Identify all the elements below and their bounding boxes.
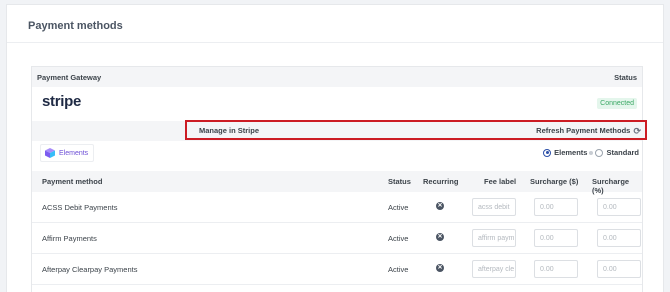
- page-title: Payment methods: [28, 20, 123, 32]
- payment-methods-panel: Payment methods Payment Gateway Status s…: [6, 4, 664, 292]
- col-status: Status: [388, 177, 411, 186]
- recurring-x-icon: ✕: [436, 233, 444, 241]
- status-badge: Connected: [597, 98, 637, 109]
- separator-dot: [589, 150, 594, 155]
- integration-mode-radios: Elements Standard: [543, 148, 639, 157]
- recurring-x-icon: ✕: [436, 264, 444, 272]
- fee-label-input[interactable]: acss debit: [472, 198, 516, 216]
- refresh-payment-methods-button[interactable]: Refresh Payment Methods ⟳: [536, 126, 641, 137]
- col-surcharge-fixed: Surcharge ($): [530, 177, 579, 186]
- payment-gateway-card: Payment Gateway Status stripe Connected …: [31, 66, 647, 292]
- payment-method-name: Affirm Payments: [42, 234, 97, 243]
- panel-header: Payment methods: [7, 5, 663, 43]
- table-row: ACSS Debit Payments Active ✕ acss debit …: [32, 192, 642, 223]
- payment-method-name: Afterpay Clearpay Payments: [42, 265, 138, 274]
- payment-method-name: ACSS Debit Payments: [42, 203, 118, 212]
- status-header-label: Status: [614, 73, 637, 82]
- table-row: Afterpay Clearpay Payments Active ✕ afte…: [32, 254, 642, 285]
- highlight-box: Manage in Stripe Refresh Payment Methods…: [185, 120, 647, 140]
- table-row: Affirm Payments Active ✕ affirm paym 0.0…: [32, 223, 642, 254]
- gateway-row: stripe Connected: [32, 87, 642, 121]
- manage-in-stripe-link[interactable]: Manage in Stripe: [199, 126, 259, 135]
- col-fee-label: Fee label: [484, 177, 517, 186]
- gateway-action-bar: Manage in Stripe Refresh Payment Methods…: [32, 120, 647, 141]
- surcharge-fixed-input[interactable]: 0.00: [534, 260, 578, 278]
- elements-chip: Elements: [40, 144, 95, 162]
- col-payment-method: Payment method: [42, 177, 103, 186]
- standard-radio-label: Standard: [606, 148, 639, 157]
- standard-radio[interactable]: [595, 148, 604, 157]
- surcharge-fixed-input[interactable]: 0.00: [534, 229, 578, 247]
- elements-cube-icon: [45, 148, 55, 158]
- gateway-header-label: Payment Gateway: [37, 73, 102, 82]
- fee-label-input[interactable]: affirm paym: [472, 229, 516, 247]
- recurring-x-icon: ✕: [436, 202, 444, 210]
- elements-radio[interactable]: [543, 148, 552, 157]
- surcharge-percent-input[interactable]: 0.00: [597, 198, 641, 216]
- mode-row: Elements Elements Standard: [32, 141, 642, 171]
- payment-method-status: Active: [388, 234, 409, 243]
- refresh-icon: ⟳: [633, 126, 641, 136]
- elements-radio-label: Elements: [554, 148, 588, 157]
- surcharge-fixed-input[interactable]: 0.00: [534, 198, 578, 216]
- surcharge-percent-input[interactable]: 0.00: [597, 229, 641, 247]
- fee-label-input[interactable]: afterpay cle: [472, 260, 516, 278]
- elements-chip-label: Elements: [59, 149, 89, 157]
- refresh-label: Refresh Payment Methods: [536, 126, 631, 135]
- stripe-logo: stripe: [42, 93, 82, 110]
- col-recurring: Recurring: [423, 177, 459, 186]
- payment-method-status: Active: [388, 203, 409, 212]
- surcharge-percent-input[interactable]: 0.00: [597, 260, 641, 278]
- table-header: Payment method Status Recurring Fee labe…: [32, 171, 642, 195]
- gateway-header: Payment Gateway Status: [32, 67, 642, 87]
- payment-method-status: Active: [388, 265, 409, 274]
